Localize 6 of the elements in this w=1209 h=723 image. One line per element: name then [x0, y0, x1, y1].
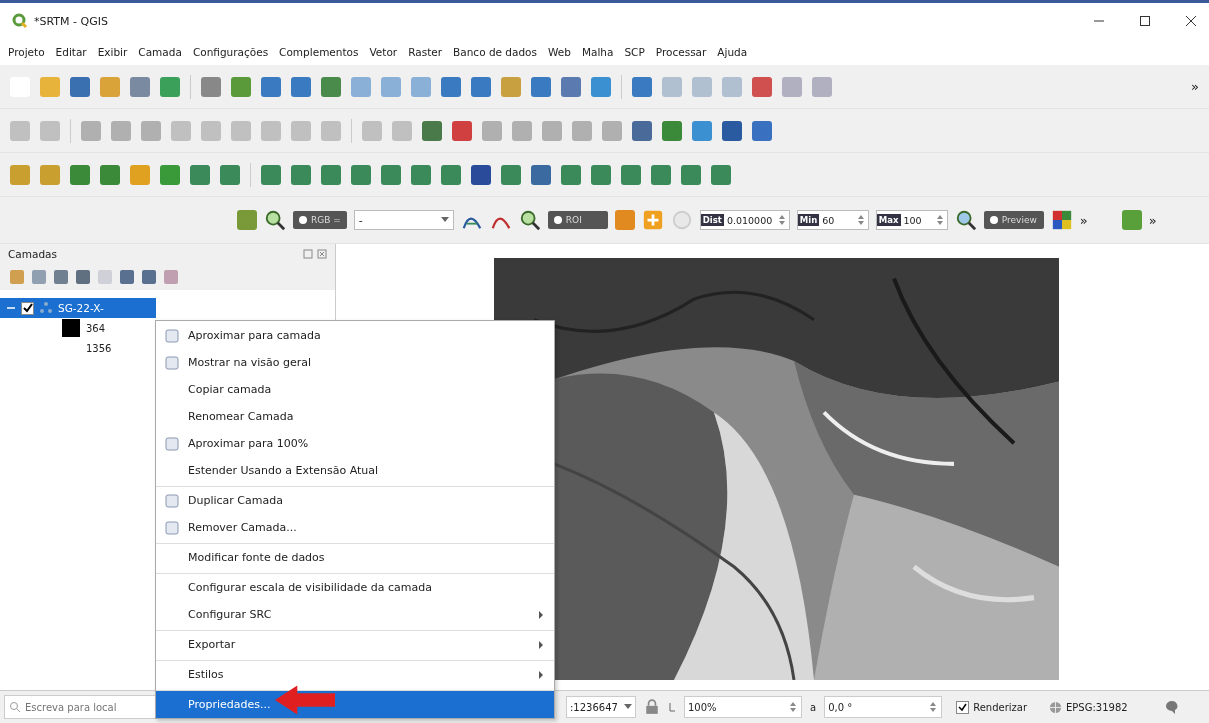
layer-name: SG-22-X- [58, 302, 104, 314]
window-title: *SRTM - QGIS [34, 14, 108, 28]
legend-value: 1356 [86, 342, 112, 354]
panel-title: Camadas [8, 248, 57, 260]
legend-value: 364 [86, 322, 106, 334]
rotation-label: a [810, 701, 817, 713]
